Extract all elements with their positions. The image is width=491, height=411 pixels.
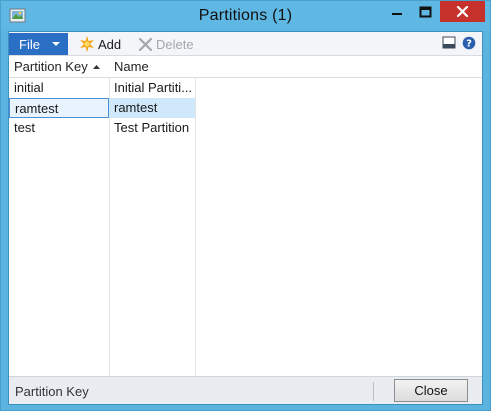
cell-partition-key[interactable]: test <box>9 118 109 138</box>
layout-icon[interactable] <box>442 36 456 55</box>
title-bar[interactable]: Partitions (1) <box>1 1 490 31</box>
svg-text:?: ? <box>466 39 472 50</box>
cell-name[interactable]: Initial Partiti... <box>109 78 195 98</box>
delete-icon <box>138 37 153 51</box>
file-menu-button[interactable]: File <box>9 33 68 55</box>
cell-name[interactable]: ramtest <box>109 98 195 118</box>
column-header-label: Partition Key <box>14 59 88 74</box>
add-label: Add <box>98 36 122 52</box>
client-area: File Add Delete ? Partition Key Name ini… <box>8 31 483 405</box>
chevron-down-icon <box>51 42 60 46</box>
cell-partition-key[interactable]: initial <box>9 78 109 98</box>
file-menu-label: File <box>19 36 40 52</box>
maximize-icon <box>419 6 431 17</box>
add-button[interactable]: Add <box>79 35 121 53</box>
table-row[interactable]: initial Initial Partiti... <box>9 78 482 98</box>
column-header-name[interactable]: Name <box>109 56 195 78</box>
partitions-window: Partitions (1) File Add Delete ? Partiti… <box>0 0 491 411</box>
table-row[interactable]: test Test Partition <box>9 118 482 138</box>
window-close-button[interactable] <box>440 1 485 22</box>
maximize-button[interactable] <box>412 1 438 22</box>
minimize-button[interactable] <box>384 1 410 22</box>
delete-button[interactable]: Delete <box>138 35 194 53</box>
delete-label: Delete <box>156 36 194 52</box>
cell-name[interactable]: Test Partition <box>109 118 195 138</box>
status-bar: Partition Key Close <box>9 376 482 404</box>
cell-partition-key[interactable]: ramtest <box>9 98 109 118</box>
toolbar: File Add Delete ? <box>9 32 482 56</box>
minimize-icon <box>392 12 402 15</box>
status-text: Partition Key <box>15 384 89 399</box>
grid-header: Partition Key Name <box>9 56 482 78</box>
close-button[interactable]: Close <box>394 379 468 402</box>
status-divider <box>373 382 374 401</box>
column-header-label: Name <box>114 59 149 74</box>
add-icon <box>80 36 94 52</box>
help-icon[interactable]: ? <box>462 36 476 55</box>
table-row-selected[interactable]: ramtest ramtest <box>9 98 482 118</box>
partitions-grid[interactable]: Partition Key Name initial Initial Parti… <box>9 56 482 376</box>
close-icon <box>456 6 469 17</box>
sort-ascending-icon <box>93 65 100 69</box>
